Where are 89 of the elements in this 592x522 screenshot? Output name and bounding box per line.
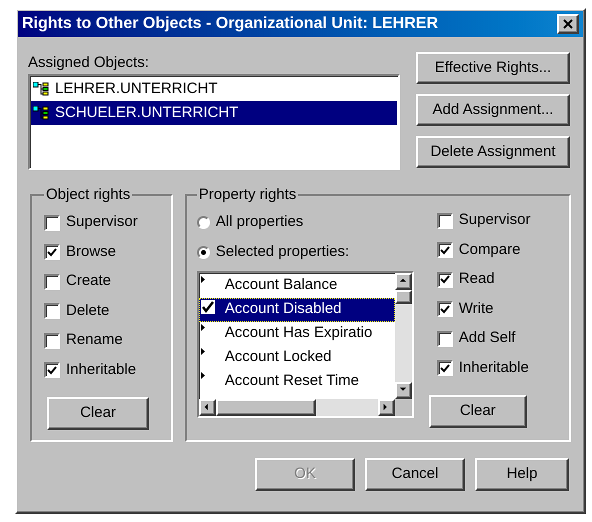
checkbox[interactable] bbox=[436, 242, 453, 258]
checkbox-option[interactable]: Supervisor bbox=[436, 210, 530, 230]
group-title: Property rights bbox=[198, 185, 298, 205]
checkbox-label: Read bbox=[458, 269, 495, 290]
checkbox-label: Write bbox=[458, 298, 494, 319]
checkbox-option[interactable]: Compare bbox=[436, 240, 530, 260]
checkbox[interactable] bbox=[44, 303, 60, 319]
property-item[interactable]: Account Balance bbox=[198, 274, 395, 298]
property-item[interactable]: Account Locked bbox=[198, 346, 395, 370]
radio-button[interactable] bbox=[196, 216, 210, 229]
check-icon bbox=[47, 366, 57, 374]
property-item[interactable]: Account Has Expiratio bbox=[198, 322, 395, 346]
checkbox[interactable] bbox=[436, 330, 453, 346]
scroll-thumb[interactable] bbox=[216, 398, 316, 416]
object-name: SCHUELER.UNTERRICHT bbox=[55, 102, 238, 123]
check-icon bbox=[200, 300, 215, 314]
dialog-button[interactable]: Delete Assignment bbox=[416, 136, 570, 168]
checkbox-label: Inheritable bbox=[66, 360, 136, 380]
radio-option[interactable]: Selected properties: bbox=[196, 242, 417, 262]
checkbox-option[interactable]: Delete bbox=[44, 301, 159, 321]
dialog-button[interactable]: Help bbox=[475, 458, 569, 491]
checkbox-option[interactable]: Supervisor bbox=[44, 212, 159, 232]
object-name: LEHRER.UNTERRICHT bbox=[55, 78, 218, 99]
tree-icon bbox=[33, 82, 49, 96]
checkbox[interactable] bbox=[436, 212, 453, 228]
checkbox-option[interactable]: Read bbox=[436, 270, 530, 290]
scroll-down-button[interactable] bbox=[394, 382, 412, 398]
pointer-icon bbox=[200, 372, 205, 378]
checkbox-label: Create bbox=[66, 271, 112, 292]
checkbox-option[interactable]: Rename bbox=[44, 330, 159, 350]
radio-button[interactable] bbox=[196, 246, 210, 259]
pointer-icon bbox=[200, 276, 205, 282]
close-button[interactable] bbox=[557, 14, 579, 34]
checkbox-option[interactable]: Inheritable bbox=[44, 360, 159, 380]
checkbox[interactable] bbox=[436, 360, 453, 376]
triangle-up-icon bbox=[398, 277, 408, 285]
checkbox[interactable] bbox=[44, 332, 60, 348]
dialog-button[interactable]: Cancel bbox=[365, 458, 465, 491]
checkbox[interactable] bbox=[44, 244, 60, 260]
scroll-right-button[interactable] bbox=[378, 398, 395, 416]
checkbox[interactable] bbox=[436, 272, 453, 288]
checkbox-label: Supervisor bbox=[66, 212, 138, 232]
checkbox-option[interactable]: Browse bbox=[44, 242, 159, 262]
checkbox[interactable] bbox=[44, 274, 60, 290]
checkbox-label: Add Self bbox=[458, 328, 516, 348]
window-title: Rights to Other Objects - Organizational Unit: LEHRER bbox=[22, 14, 438, 34]
checkbox[interactable] bbox=[44, 362, 60, 378]
checkbox[interactable] bbox=[44, 214, 60, 230]
checkbox-label: Inheritable bbox=[458, 358, 529, 378]
check-icon bbox=[440, 304, 450, 314]
property-item[interactable]: Account Reset Time bbox=[198, 370, 395, 394]
property-item[interactable]: Account Disabled bbox=[198, 298, 395, 322]
pointer-icon bbox=[200, 348, 205, 354]
property-name: Account Balance bbox=[224, 274, 338, 294]
radio-label: All properties bbox=[216, 212, 304, 232]
checkbox-label: Compare bbox=[458, 240, 520, 260]
dialog-button[interactable]: Clear bbox=[47, 397, 149, 430]
checkbox-option[interactable]: Create bbox=[44, 272, 159, 292]
checkbox-option[interactable]: Inheritable bbox=[436, 358, 530, 378]
close-icon bbox=[563, 19, 573, 29]
radio-option[interactable]: All properties bbox=[196, 212, 417, 232]
list-item[interactable]: LEHRER.UNTERRICHT bbox=[31, 77, 397, 101]
pointer-icon bbox=[200, 324, 205, 330]
dialog-button[interactable]: Add Assignment... bbox=[416, 94, 570, 126]
list-label: Assigned Objects: bbox=[28, 53, 150, 72]
property-name: Account Has Expiratio bbox=[224, 322, 372, 342]
scroll-thumb[interactable] bbox=[394, 290, 412, 304]
tree-icon bbox=[33, 106, 49, 120]
property-name: Account Disabled bbox=[224, 298, 342, 318]
checkbox-label: Delete bbox=[66, 300, 110, 321]
check-icon bbox=[440, 246, 450, 254]
checkbox-label: Supervisor bbox=[458, 210, 530, 230]
checkbox-option[interactable]: Write bbox=[436, 299, 530, 319]
check-icon bbox=[440, 275, 450, 284]
check-icon bbox=[47, 248, 57, 256]
list-item[interactable]: SCHUELER.UNTERRICHT bbox=[31, 101, 397, 125]
checkbox-label: Rename bbox=[66, 330, 123, 350]
scroll-left-button[interactable] bbox=[198, 398, 216, 416]
radio-label: Selected properties: bbox=[216, 242, 350, 262]
dialog-button[interactable]: Clear bbox=[428, 395, 527, 428]
checkbox-label: Browse bbox=[66, 242, 116, 262]
property-name: Account Locked bbox=[224, 346, 332, 366]
checkbox-option[interactable]: Add Self bbox=[436, 328, 530, 348]
checkbox[interactable] bbox=[436, 301, 453, 317]
scroll-up-button[interactable] bbox=[394, 272, 412, 290]
property-name: Account Reset Time bbox=[224, 370, 359, 390]
dialog-button[interactable]: Effective Rights... bbox=[416, 52, 570, 84]
check-icon bbox=[440, 364, 450, 372]
group-title: Object rights bbox=[45, 185, 132, 205]
